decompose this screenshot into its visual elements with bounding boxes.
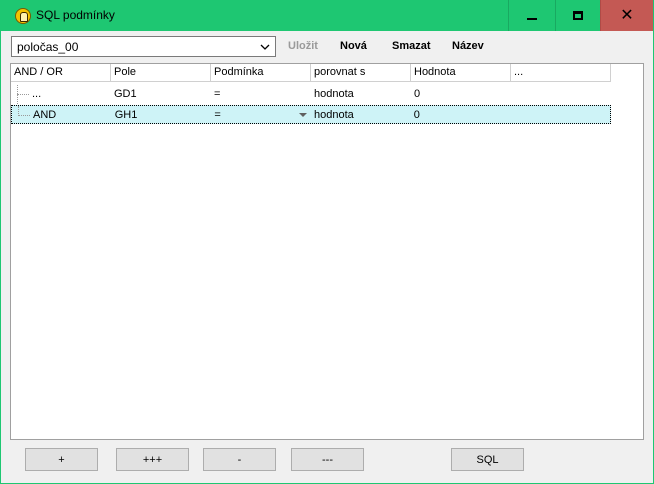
delete-button[interactable]: Smazat: [392, 40, 431, 52]
column-header-and-or[interactable]: AND / OR: [11, 64, 111, 82]
dropdown-arrow-icon[interactable]: [299, 113, 308, 117]
row-cell-extra[interactable]: [511, 85, 611, 104]
cell-text: ...: [32, 88, 42, 100]
row-cell-condition[interactable]: =: [211, 85, 311, 104]
close-icon: ✕: [620, 6, 634, 24]
column-header-compare[interactable]: porovnat s: [311, 64, 411, 82]
new-button[interactable]: Nová: [340, 40, 367, 52]
table-row[interactable]: ... GD1 = hodnota 0: [11, 85, 611, 104]
maximize-button[interactable]: [555, 0, 600, 31]
row-cell-andor[interactable]: ...: [11, 85, 111, 104]
grid-header: AND / OR Pole Podmínka porovnat s Hodnot…: [11, 64, 611, 82]
row-cell-compare[interactable]: hodnota: [311, 106, 411, 125]
bottom-toolbar: + +++ - --- SQL: [1, 441, 653, 483]
minimize-button[interactable]: [508, 0, 555, 31]
save-button[interactable]: Uložit: [288, 40, 318, 52]
row-cell-field[interactable]: GD1: [111, 85, 211, 104]
column-header-extra[interactable]: ...: [511, 64, 611, 82]
minimize-icon: [527, 17, 537, 20]
row-cell-andor[interactable]: AND: [12, 106, 112, 125]
close-button[interactable]: ✕: [600, 0, 653, 31]
row-cell-value[interactable]: 0: [411, 85, 511, 104]
chevron-down-icon[interactable]: [258, 39, 272, 54]
app-icon: [15, 8, 31, 24]
remove-condition-button[interactable]: -: [203, 448, 276, 471]
tree-connector: [18, 115, 30, 116]
add-group-button[interactable]: +++: [116, 448, 189, 471]
preset-select[interactable]: poločas_00: [11, 36, 276, 57]
row-cell-value[interactable]: 0: [411, 106, 511, 125]
column-header-condition[interactable]: Podmínka: [211, 64, 311, 82]
row-cell-extra[interactable]: [510, 106, 610, 125]
sql-button[interactable]: SQL: [451, 448, 524, 471]
row-cell-field[interactable]: GH1: [112, 106, 212, 125]
window-title: SQL podmínky: [36, 8, 115, 22]
row-cell-condition[interactable]: =: [211, 106, 311, 125]
title-bar[interactable]: SQL podmínky ✕: [0, 0, 654, 31]
column-header-field[interactable]: Pole: [111, 64, 211, 82]
conditions-grid[interactable]: AND / OR Pole Podmínka porovnat s Hodnot…: [10, 63, 644, 440]
cell-text: =: [214, 109, 221, 121]
column-header-value[interactable]: Hodnota: [411, 64, 511, 82]
table-row-selected[interactable]: AND GH1 = hodnota 0: [11, 105, 611, 124]
tree-connector: [17, 94, 29, 95]
rename-button[interactable]: Název: [452, 40, 484, 52]
cell-text: AND: [33, 109, 57, 121]
maximize-icon: [573, 11, 583, 20]
add-condition-button[interactable]: +: [25, 448, 98, 471]
remove-group-button[interactable]: ---: [291, 448, 364, 471]
window: SQL podmínky ✕ poločas_00 Uložit Nová Sm…: [0, 0, 654, 484]
row-cell-compare[interactable]: hodnota: [311, 85, 411, 104]
client-area: poločas_00 Uložit Nová Smazat Název AND …: [1, 31, 653, 483]
preset-select-value: poločas_00: [17, 40, 79, 54]
